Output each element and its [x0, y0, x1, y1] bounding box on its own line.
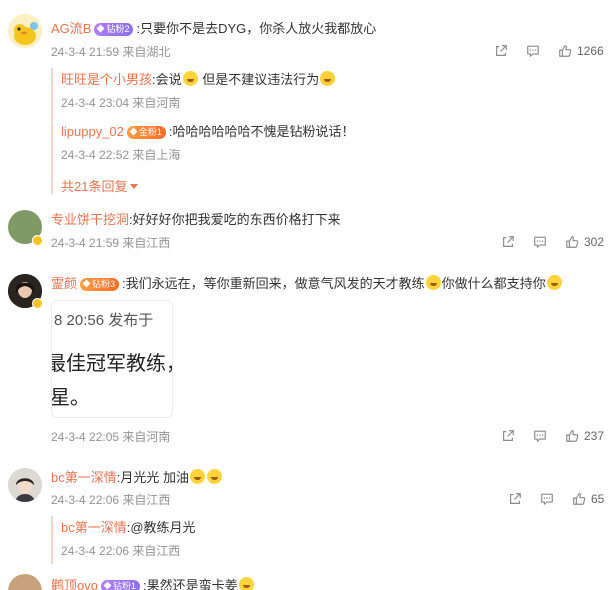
heart-eyes-emoji-icon	[546, 275, 562, 290]
comment-actions: 237	[501, 429, 604, 443]
comment-actions: 1266	[494, 44, 604, 58]
comment-icon[interactable]	[533, 429, 547, 443]
comment-text: :果然还是蛮卡姜	[142, 578, 238, 590]
cheer-emoji-icon	[425, 275, 441, 290]
verified-badge-icon	[32, 235, 43, 246]
timestamp: 24-3-4 23:04	[61, 96, 130, 110]
like-count: 237	[584, 429, 605, 443]
reply-text-tail: 但是不建议违法行为	[202, 72, 320, 87]
comment-line: bc第一深情:月光光 加油	[51, 469, 223, 487]
image-caption-line: 最佳冠军教练，	[51, 353, 172, 375]
timestamp: 24-3-4 22:05	[51, 430, 120, 444]
share-icon[interactable]	[508, 492, 522, 506]
comment-image[interactable]: 8 20:56 发布于 最佳冠军教练， 星。	[51, 300, 173, 418]
reply-line: 旺旺是个小男孩:会说 但是不建议违法行为	[61, 71, 336, 89]
location: 来自上海	[132, 148, 181, 162]
cat-emoji-icon	[238, 577, 254, 590]
comment-meta: 24-3-4 21:59 来自湖北	[51, 44, 170, 60]
timestamp: 24-3-4 21:59	[51, 45, 120, 59]
like-icon[interactable]	[572, 492, 586, 506]
fan-badge: 钻粉3	[80, 278, 120, 291]
crown-icon	[129, 127, 138, 136]
comment-text: :月光光 加油	[116, 470, 189, 485]
timestamp: 24-3-4 22:06	[61, 544, 130, 558]
reply-meta: 24-3-4 22:52 来自上海	[61, 147, 180, 163]
crying-emoji-icon	[189, 469, 205, 484]
comment-text-tail: 你做什么都支持你	[441, 276, 546, 291]
username[interactable]: AG流B	[51, 21, 91, 36]
comment-meta: 24-3-4 22:05 来自河南	[51, 429, 170, 445]
fan-badge: 钻粉2	[94, 23, 134, 36]
comment-icon[interactable]	[533, 235, 547, 249]
image-caption-line: 8 20:56 发布于	[54, 312, 154, 329]
caret-down-icon	[130, 184, 139, 189]
avatar[interactable]	[8, 574, 42, 590]
comment-line: AG流B 钻粉2:只要你不是去DYG，你杀人放火我都放心	[51, 20, 376, 38]
like-icon[interactable]	[558, 44, 572, 58]
reply-text: :哈哈哈哈哈哈不愧是钻粉说话！	[168, 124, 355, 139]
username[interactable]: 鹳顶ovo	[51, 578, 98, 590]
comment-line: 霊颜 钻粉3:我们永远在，等你重新回来，做意气风发的天才教练 你做什么都支持你	[51, 275, 563, 293]
reply-line: lipuppy_02 金粉1:哈哈哈哈哈哈不愧是钻粉说话！	[61, 123, 355, 141]
sweat-emoji-icon	[320, 71, 336, 86]
username[interactable]: bc第一深情	[51, 470, 117, 485]
avatar[interactable]	[8, 468, 42, 502]
diamond-icon	[97, 24, 105, 33]
avatar-image	[8, 14, 42, 48]
timestamp: 24-3-4 22:06	[51, 493, 120, 507]
avatar-image	[8, 468, 42, 502]
comment-text: :我们永远在，等你重新回来，做意气风发的天才教练	[122, 276, 425, 291]
comment-line: 鹳顶ovo 钻粉1:果然还是蛮卡姜	[51, 577, 255, 590]
comment-text: :好好好你把我爱吃的东西价格打下来	[129, 212, 341, 227]
comment-actions: 65	[508, 492, 604, 506]
username[interactable]: 霊颜	[51, 276, 77, 291]
location: 来自江西	[122, 493, 171, 507]
comment-actions: 302	[501, 235, 604, 249]
comment-icon[interactable]	[526, 44, 540, 58]
diamond-icon	[103, 581, 112, 590]
reply-divider	[51, 68, 53, 194]
diamond-icon	[82, 279, 91, 288]
reply-text: :会说	[152, 72, 182, 87]
reply-username[interactable]: lipuppy_02	[61, 124, 124, 139]
verified-badge-icon	[32, 298, 43, 309]
reply-meta: 24-3-4 22:06 来自江西	[61, 543, 180, 559]
timestamp: 24-3-4 22:52	[61, 148, 130, 162]
comment-text: :只要你不是去DYG，你杀人放火我都放心	[136, 21, 377, 36]
like-icon[interactable]	[565, 235, 579, 249]
reply-username[interactable]: bc第一深情	[61, 520, 127, 535]
location: 来自河南	[122, 430, 171, 444]
reply-meta: 24-3-4 23:04 来自河南	[61, 95, 180, 111]
comment-meta: 24-3-4 22:06 来自江西	[51, 492, 170, 508]
fan-badge: 金粉1	[126, 126, 166, 139]
like-icon[interactable]	[565, 429, 579, 443]
image-caption-line: 星。	[51, 387, 90, 409]
like-count: 302	[584, 235, 605, 249]
like-count: 1266	[577, 44, 604, 58]
comment-line: 专业饼干挖洞:好好好你把我爱吃的东西价格打下来	[51, 211, 341, 229]
more-replies-link[interactable]: 共21条回复	[61, 176, 139, 195]
location: 来自湖北	[122, 45, 171, 59]
reply-line: bc第一深情:@教练月光	[61, 519, 196, 537]
reply-username[interactable]: 旺旺是个小男孩	[61, 72, 152, 87]
location: 来自江西	[122, 236, 171, 250]
comment-meta: 24-3-4 21:59 来自江西	[51, 235, 170, 251]
location: 来自江西	[132, 544, 181, 558]
timestamp: 24-3-4 21:59	[51, 236, 120, 250]
location: 来自河南	[132, 96, 181, 110]
like-count: 65	[591, 492, 605, 506]
avatar[interactable]	[8, 14, 42, 48]
reply-text: :@教练月光	[126, 520, 196, 535]
cat-emoji-icon	[182, 71, 198, 86]
comment-icon[interactable]	[540, 492, 554, 506]
reply-divider	[51, 516, 53, 564]
fan-badge: 钻粉1	[100, 580, 140, 590]
crying-emoji-icon	[206, 469, 222, 484]
share-icon[interactable]	[501, 235, 515, 249]
share-icon[interactable]	[501, 429, 515, 443]
username[interactable]: 专业饼干挖洞	[51, 212, 129, 227]
share-icon[interactable]	[494, 44, 508, 58]
